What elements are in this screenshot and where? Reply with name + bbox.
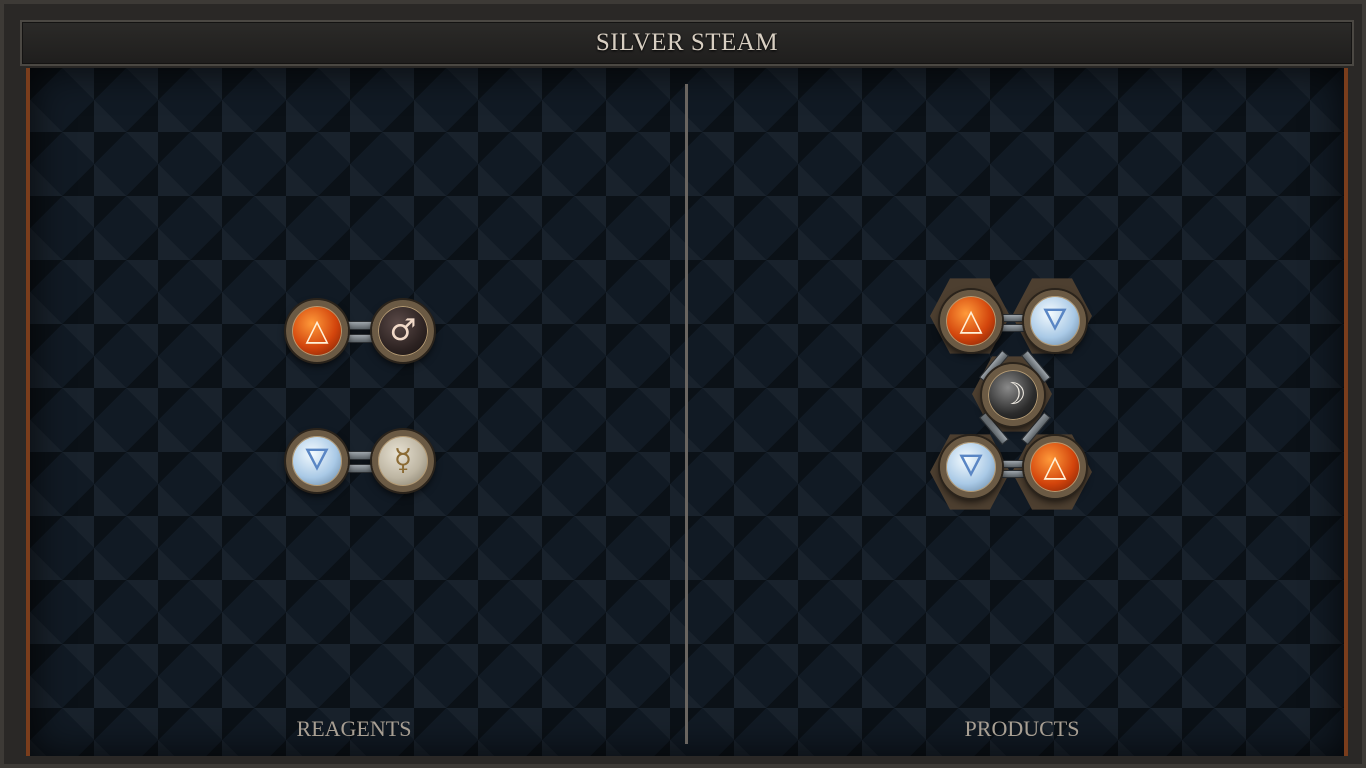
iron-atom: ♂ (372, 300, 434, 362)
fire-atom: △ (1024, 436, 1086, 498)
products-label: PRODUCTS (964, 716, 1080, 741)
quicksilver-atom: ☿ (372, 430, 434, 492)
iron-symbol-icon: ♂ (389, 313, 417, 348)
water-atom: 🜄 (940, 436, 1002, 498)
fire-symbol-icon: △ (1043, 449, 1067, 484)
product-molecule[interactable]: △ 🜄 ☽ 🜄 △ (928, 276, 1098, 516)
reagent-molecule-1[interactable]: △ ♂ (282, 294, 442, 370)
panel-divider (685, 84, 688, 744)
fire-atom: △ (286, 300, 348, 362)
title-bar: SILVER STEAM (20, 20, 1354, 66)
window-frame: SILVER STEAM △ ♂ 🜄 ☿ △ 🜄 ☽ 🜄 △ REAGENTS … (0, 0, 1366, 768)
quicksilver-symbol-icon: ☿ (393, 443, 413, 478)
fire-symbol-icon: △ (305, 313, 329, 348)
water-symbol-icon: 🜄 (957, 449, 985, 484)
water-atom: 🜄 (1024, 290, 1086, 352)
reagent-molecule-2[interactable]: 🜄 ☿ (282, 424, 442, 500)
water-atom: 🜄 (286, 430, 348, 492)
water-symbol-icon: 🜄 (1041, 303, 1069, 338)
fire-symbol-icon: △ (959, 303, 983, 338)
silver-symbol-icon: ☽ (999, 377, 1027, 412)
puzzle-title: SILVER STEAM (595, 29, 779, 56)
water-symbol-icon: 🜄 (303, 443, 331, 478)
reagents-label: REAGENTS (296, 716, 412, 741)
silver-atom: ☽ (982, 364, 1044, 426)
fire-atom: △ (940, 290, 1002, 352)
